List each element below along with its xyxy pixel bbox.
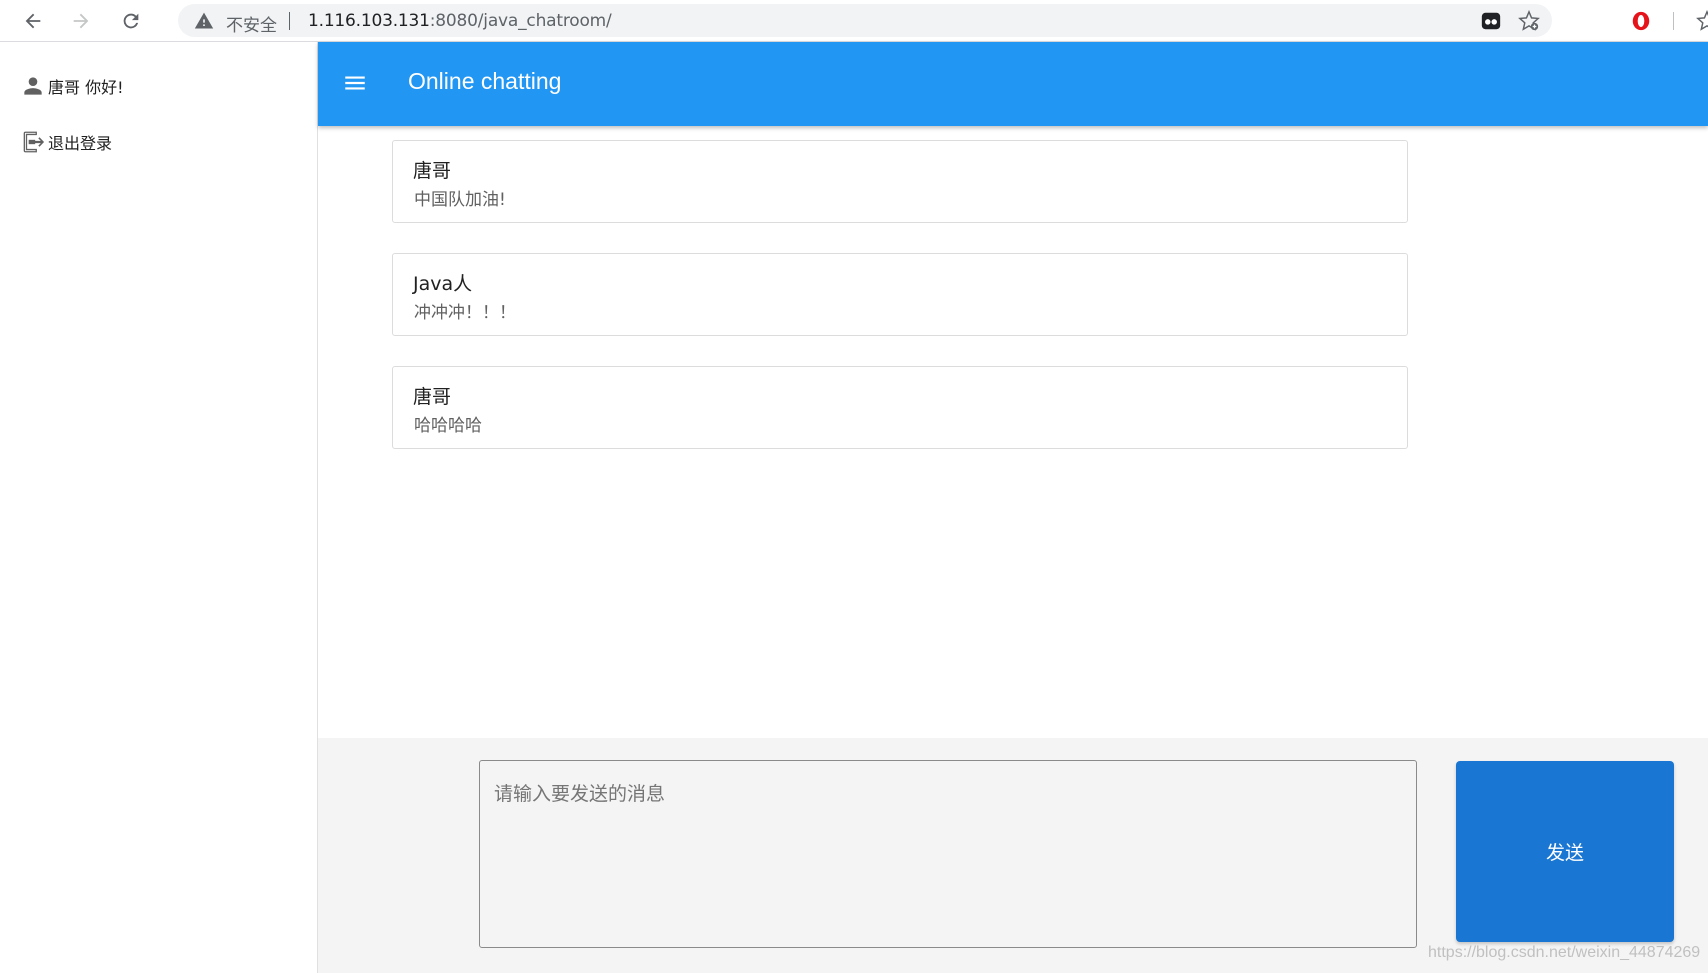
menu-button[interactable] — [340, 68, 370, 98]
toolbar-divider — [1673, 12, 1674, 30]
message-text: 哈哈哈哈 — [414, 416, 482, 436]
opera-icon[interactable] — [1630, 10, 1652, 32]
message-card: 唐哥 中国队加油! — [392, 140, 1408, 223]
logout-button[interactable]: 退出登录 — [20, 128, 112, 156]
message-text: 冲冲冲！！！ — [414, 303, 516, 323]
message-sender: 唐哥 — [413, 386, 452, 408]
url-path: :8080/java_chatroom/ — [429, 11, 612, 31]
bookmark-star-icon[interactable] — [1518, 10, 1540, 32]
message-card: 唐哥 哈哈哈哈 — [392, 366, 1408, 449]
logout-label: 退出登录 — [48, 134, 113, 153]
send-button[interactable]: 发送 — [1456, 761, 1674, 942]
extension-icon[interactable] — [1480, 10, 1502, 32]
person-icon — [24, 77, 42, 95]
back-arrow-icon — [25, 13, 41, 29]
insecure-label: 不安全 — [226, 16, 277, 36]
watermark: https://blog.csdn.net/weixin_44874269 — [1428, 944, 1701, 961]
page-title: Online chatting — [408, 68, 562, 94]
back-button[interactable] — [18, 6, 48, 36]
hamburger-icon — [345, 76, 365, 90]
message-composer: 发送 — [318, 738, 1708, 973]
message-card: Java人 冲冲冲！！！ — [392, 253, 1408, 336]
url-host: 1.116.103.131 — [308, 11, 430, 31]
message-list: 唐哥 中国队加油! Java人 冲冲冲！！！ 唐哥 哈哈哈哈 — [392, 140, 1408, 479]
warning-icon — [194, 12, 214, 29]
sidebar: 唐哥 你好! 退出登录 — [0, 42, 318, 973]
address-bar[interactable]: 不安全 1.116.103.131:8080/java_chatroom/ — [178, 4, 1552, 37]
logout-icon — [23, 131, 45, 153]
reload-button[interactable] — [116, 6, 146, 36]
browser-toolbar: 不安全 1.116.103.131:8080/java_chatroom/ — [0, 0, 1708, 42]
message-sender: 唐哥 — [413, 160, 452, 182]
user-greeting: 唐哥 你好! — [20, 72, 124, 100]
message-text: 中国队加油! — [414, 190, 506, 210]
omnibox-divider — [289, 12, 290, 30]
url-text: 1.116.103.131:8080/java_chatroom/ — [308, 11, 612, 31]
browser-menu-icon[interactable] — [1696, 10, 1708, 32]
message-sender: Java人 — [413, 273, 473, 295]
message-input[interactable] — [479, 760, 1417, 948]
forward-button[interactable] — [66, 6, 96, 36]
greeting-text: 唐哥 你好! — [48, 78, 124, 97]
reload-icon — [123, 13, 139, 29]
app-bar: Online chatting — [318, 42, 1708, 126]
forward-arrow-icon — [73, 13, 89, 29]
